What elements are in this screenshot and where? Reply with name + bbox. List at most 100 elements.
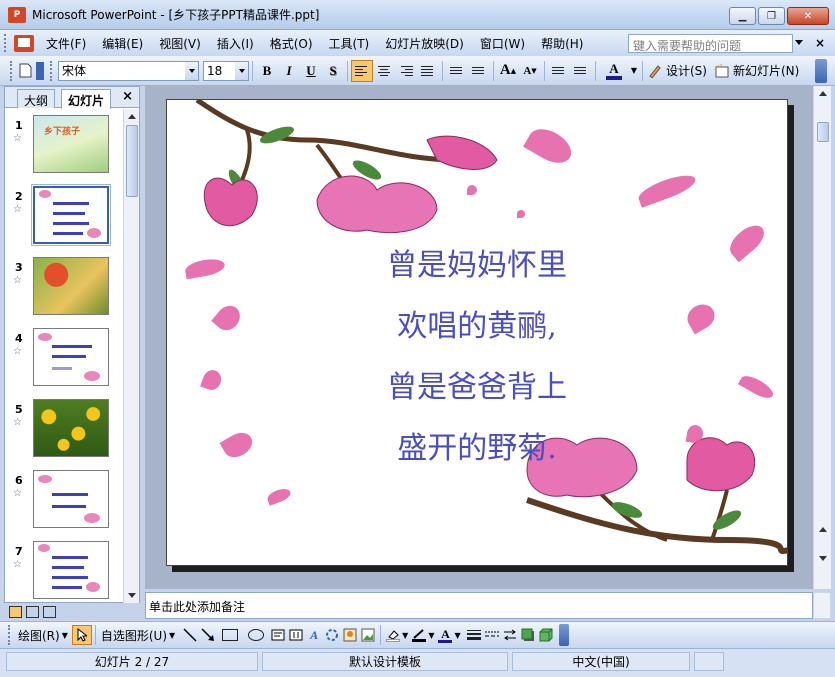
status-design-template[interactable]: 默认设计模板: [262, 652, 508, 671]
toolbar-grip[interactable]: [8, 625, 14, 645]
slides-pane-scrollbar[interactable]: [123, 109, 139, 603]
font-name-dropdown-icon[interactable]: [185, 61, 198, 80]
select-objects-button[interactable]: [71, 625, 92, 645]
menu-view[interactable]: 视图(V): [159, 35, 201, 52]
bullet-list-button[interactable]: [468, 60, 490, 82]
font-color-dropdown-icon[interactable]: ▼: [629, 62, 639, 80]
new-slide-icon[interactable]: [713, 62, 731, 80]
toolbar-grip-2[interactable]: [50, 60, 56, 81]
line-tool-icon[interactable]: [181, 626, 199, 644]
slide-thumbnail[interactable]: 乡下孩子: [33, 115, 109, 173]
design-button[interactable]: 设计(S): [666, 62, 707, 79]
powerpoint-app-icon[interactable]: P: [8, 6, 26, 23]
slide-thumbnail-row[interactable]: 3 ☆: [5, 257, 123, 321]
menu-format[interactable]: 格式(O): [270, 35, 313, 52]
help-dropdown-icon[interactable]: [795, 40, 803, 45]
slide-text-line-2[interactable]: 欢唱的黄鹂,: [167, 301, 787, 345]
slide-thumbnail-row[interactable]: 5 ☆: [5, 399, 123, 463]
restore-button[interactable]: ❐: [758, 7, 785, 25]
slide-text-line-1[interactable]: 曾是妈妈怀里: [167, 240, 787, 284]
italic-button[interactable]: I: [278, 60, 300, 82]
document-icon[interactable]: [14, 34, 34, 52]
rectangle-tool-icon[interactable]: [222, 629, 239, 641]
draw-font-color-dropdown-icon[interactable]: ▼: [454, 631, 460, 640]
line-color-dropdown-icon[interactable]: ▼: [428, 631, 434, 640]
increase-font-button[interactable]: A ▲: [497, 60, 519, 82]
scroll-up-icon[interactable]: [819, 91, 827, 96]
new-document-icon[interactable]: [16, 62, 34, 80]
slide-thumbnail-selected[interactable]: [31, 184, 111, 246]
font-name-select[interactable]: 宋体: [58, 60, 199, 81]
drawbar-overflow-chevron-icon[interactable]: [558, 624, 569, 646]
font-size-dropdown-icon[interactable]: [235, 61, 248, 80]
slide-thumbnail-row[interactable]: 7 ☆: [5, 541, 123, 603]
help-search-input[interactable]: 键入需要帮助的问题: [628, 34, 793, 53]
scrollbar-thumb[interactable]: [126, 125, 138, 197]
minimize-button[interactable]: ▁: [729, 7, 756, 25]
slide-thumbnail[interactable]: [33, 470, 109, 528]
document-close-button[interactable]: ×: [815, 36, 825, 50]
bold-button[interactable]: B: [256, 60, 278, 82]
decrease-font-button[interactable]: A ▼: [519, 60, 541, 82]
design-icon[interactable]: [646, 62, 664, 80]
align-center-button[interactable]: [373, 60, 395, 82]
next-slide-icon[interactable]: [819, 556, 827, 561]
scroll-down-icon[interactable]: [128, 593, 136, 598]
previous-slide-icon[interactable]: [819, 527, 827, 532]
scroll-up-icon[interactable]: [128, 114, 136, 119]
slide-thumbnail-row[interactable]: 1 ☆ 乡下孩子: [5, 115, 123, 179]
3d-style-icon[interactable]: [537, 626, 555, 644]
slide-sorter-view-icon[interactable]: [26, 605, 39, 618]
line-color-icon[interactable]: [410, 626, 428, 644]
slide-thumbnail[interactable]: [33, 257, 109, 315]
slide-thumbnail-row[interactable]: 6 ☆: [5, 470, 123, 534]
align-right-button[interactable]: [395, 60, 417, 82]
toolbar-overflow-chevron-icon[interactable]: [815, 58, 827, 83]
slide-text-line-4[interactable]: 盛开的野菊.: [167, 423, 787, 467]
slide-scrollbar[interactable]: [813, 86, 831, 589]
slide-thumbnail[interactable]: [33, 399, 109, 457]
oval-tool-icon[interactable]: [248, 629, 265, 641]
draw-font-color-icon[interactable]: A: [436, 626, 454, 644]
menu-file[interactable]: 文件(F): [46, 35, 86, 52]
draw-menu-dropdown-icon[interactable]: ▼: [62, 631, 68, 640]
tab-outline[interactable]: 大纲: [17, 89, 56, 108]
autoshapes-dropdown-icon[interactable]: ▼: [169, 631, 175, 640]
scrollbar-thumb[interactable]: [817, 122, 829, 142]
arrow-tool-icon[interactable]: [199, 626, 217, 644]
toolbar-options-icon[interactable]: [34, 61, 46, 80]
current-slide[interactable]: 曾是妈妈怀里 欢唱的黄鹂, 曾是爸爸背上 盛开的野菊.: [166, 99, 788, 566]
clipart-icon[interactable]: [341, 626, 359, 644]
insert-picture-icon[interactable]: [359, 626, 377, 644]
fill-color-icon[interactable]: [384, 626, 402, 644]
menu-grip[interactable]: [4, 34, 10, 52]
slide-thumbnail[interactable]: [33, 328, 109, 386]
menu-window[interactable]: 窗口(W): [480, 35, 525, 52]
tab-slides[interactable]: 幻灯片: [61, 89, 112, 109]
font-size-select[interactable]: 18: [203, 60, 249, 81]
diagram-icon[interactable]: [323, 626, 341, 644]
close-button[interactable]: ✕: [787, 7, 829, 25]
notes-pane[interactable]: 单击此处添加备注: [145, 592, 813, 619]
notes-scrollbar[interactable]: [813, 592, 831, 619]
justify-button[interactable]: [417, 60, 439, 82]
menu-edit[interactable]: 编辑(E): [102, 35, 143, 52]
fill-color-dropdown-icon[interactable]: ▼: [402, 631, 408, 640]
menu-help[interactable]: 帮助(H): [541, 35, 583, 52]
slide-thumbnail-row[interactable]: 2 ☆: [5, 184, 123, 250]
numbered-list-button[interactable]: [446, 60, 468, 82]
normal-view-icon[interactable]: [9, 605, 22, 618]
arrow-style-icon[interactable]: [501, 626, 519, 644]
slide-thumbnail[interactable]: [33, 541, 109, 599]
slide-text-line-3[interactable]: 曾是爸爸背上: [167, 362, 787, 406]
font-color-button[interactable]: A: [599, 60, 629, 82]
pane-close-button[interactable]: ×: [122, 89, 133, 104]
new-slide-button[interactable]: 新幻灯片(N): [733, 62, 799, 79]
autoshapes-button[interactable]: 自选图形(U): [101, 627, 167, 644]
align-left-button[interactable]: [351, 59, 373, 82]
textbox-tool-icon[interactable]: [269, 626, 287, 644]
menu-tools[interactable]: 工具(T): [329, 35, 370, 52]
decrease-indent-button[interactable]: [548, 60, 570, 82]
shadow-button[interactable]: S: [322, 60, 344, 82]
slideshow-view-icon[interactable]: [43, 605, 56, 618]
